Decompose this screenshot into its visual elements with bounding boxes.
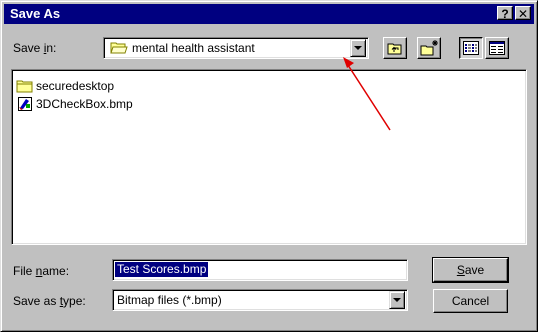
annotation-arrow: [343, 57, 391, 131]
